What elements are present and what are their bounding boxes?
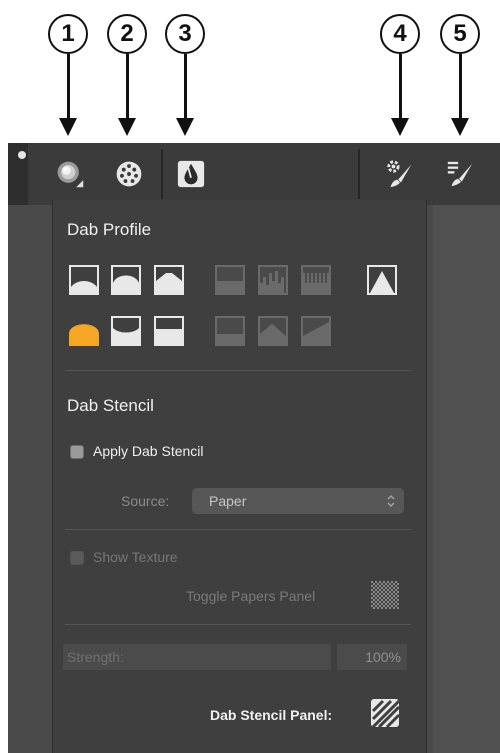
dab-stencil-title: Dab Stencil	[67, 396, 154, 415]
source-value: Paper	[209, 493, 247, 509]
source-dropdown[interactable]: Paper	[192, 488, 404, 514]
strength-value-field[interactable]: 100%	[337, 644, 407, 670]
show-texture-label: Show Texture	[93, 549, 178, 565]
callout-5: 5	[440, 14, 480, 54]
callout-arrow-1	[58, 54, 78, 138]
dab-stencil-panel-icon[interactable]	[369, 697, 401, 729]
callout-2: 2	[107, 14, 147, 54]
apply-dab-stencil-checkbox[interactable]	[70, 445, 84, 459]
stroke-attributes-panel: Dab Profile Dab Stencil Apply Dab Stenci…	[52, 200, 427, 753]
dab-profile-option[interactable]	[215, 316, 245, 346]
strength-slider[interactable]: Strength:	[63, 644, 331, 670]
dab-profile-option[interactable]	[258, 316, 288, 346]
callout-arrow-5	[450, 54, 470, 138]
dab-profile-option[interactable]	[367, 265, 397, 295]
section-divider	[65, 529, 411, 530]
strength-label: Strength:	[67, 649, 124, 665]
apply-dab-stencil-label: Apply Dab Stencil	[93, 443, 204, 459]
papers-panel-icon[interactable]	[369, 579, 401, 611]
callout-3: 3	[165, 14, 205, 54]
brush-variants-icon	[116, 161, 142, 187]
brush-category-icon	[57, 161, 84, 188]
strength-value: 100%	[365, 649, 401, 665]
callout-arrow-3	[175, 54, 195, 138]
show-texture-checkbox[interactable]	[70, 551, 84, 565]
dab-profile-option[interactable]	[69, 265, 99, 295]
brush-variants-button[interactable]	[114, 159, 144, 189]
toolbar-separator	[358, 149, 360, 199]
property-bar	[8, 143, 500, 205]
canvas-area	[433, 205, 500, 753]
stroke-attributes-button[interactable]	[176, 159, 206, 189]
dab-profile-option[interactable]	[111, 316, 141, 346]
toolbar-separator	[161, 149, 163, 199]
dab-profile-option[interactable]	[154, 316, 184, 346]
toolbar-grip[interactable]	[8, 143, 28, 205]
brush-library-button[interactable]	[445, 159, 475, 189]
callout-4: 4	[380, 14, 420, 54]
brush-settings-button[interactable]	[385, 159, 415, 189]
dab-profile-option[interactable]	[301, 265, 331, 295]
toggle-papers-panel-label: Toggle Papers Panel	[186, 588, 316, 604]
dab-profile-option[interactable]	[258, 265, 288, 295]
callout-1: 1	[48, 14, 88, 54]
section-divider	[65, 624, 411, 625]
dab-profile-title: Dab Profile	[67, 220, 152, 239]
section-divider	[65, 370, 411, 371]
brush-category-button[interactable]	[55, 159, 85, 189]
dab-profile-option-selected[interactable]	[69, 316, 99, 346]
brush-settings-icon	[387, 160, 412, 188]
dab-profile-option[interactable]	[154, 265, 184, 295]
chevron-updown-icon	[387, 495, 395, 507]
dab-stencil-panel-label: Dab Stencil Panel:	[210, 707, 333, 723]
dab-profile-option[interactable]	[111, 265, 141, 295]
dab-profile-option[interactable]	[301, 316, 331, 346]
callout-arrow-4	[390, 54, 410, 138]
brush-library-icon	[447, 161, 473, 187]
callout-arrow-2	[117, 54, 137, 138]
dab-profile-option[interactable]	[215, 265, 245, 295]
stroke-attributes-icon	[177, 160, 205, 188]
grip-dot-icon	[18, 151, 26, 159]
source-label: Source:	[121, 493, 170, 509]
